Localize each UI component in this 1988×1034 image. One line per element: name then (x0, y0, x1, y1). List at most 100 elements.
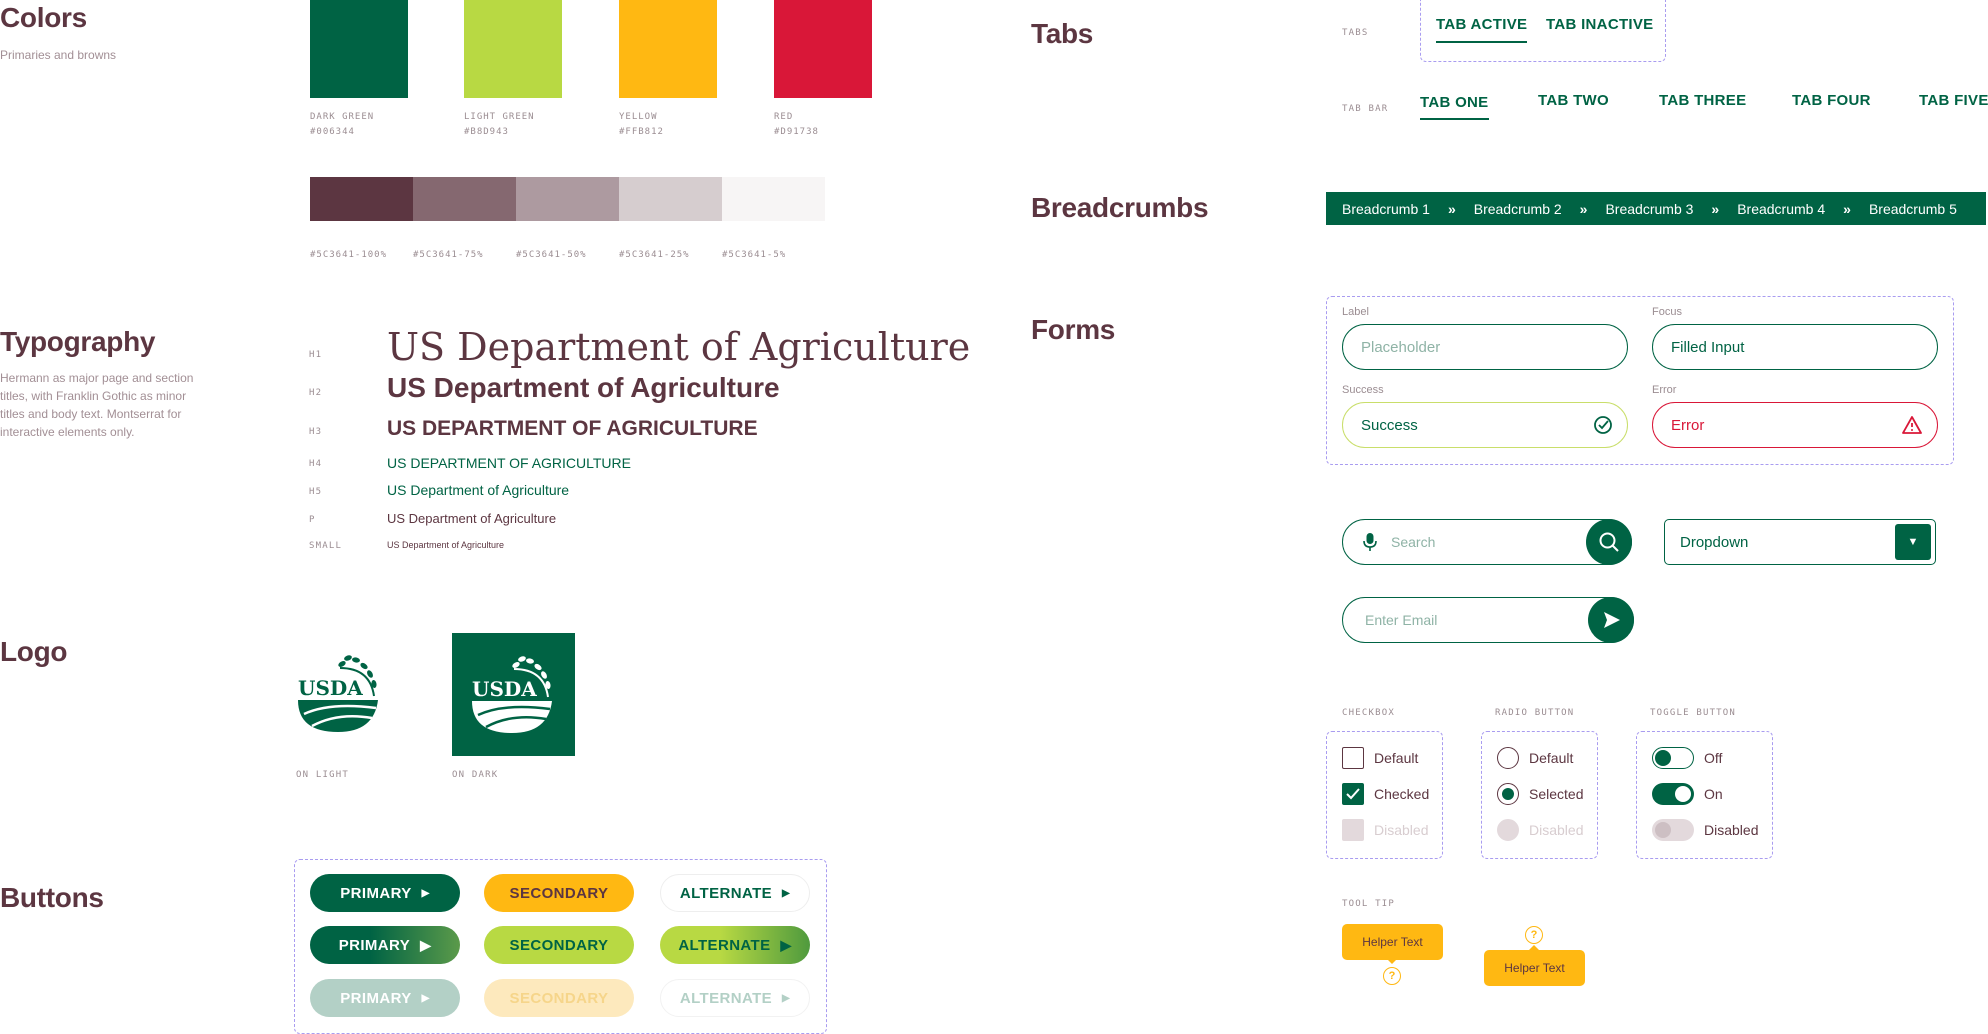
field-label-focus: Focus (1652, 306, 1682, 318)
radio-dot (1502, 788, 1514, 800)
checkbox-default[interactable]: Default (1342, 747, 1418, 769)
swatch-name: DARK GREEN (310, 112, 375, 122)
breadcrumb-item-4[interactable]: Breadcrumb 4 (1737, 201, 1825, 217)
brown-label: #5C3641-75% (413, 250, 484, 260)
dropdown-select[interactable]: Dropdown ▼ (1664, 519, 1936, 565)
tab-inactive[interactable]: TAB INACTIVE (1546, 16, 1654, 33)
toggle-switch[interactable] (1652, 747, 1694, 769)
tab-two[interactable]: TAB TWO (1538, 92, 1609, 109)
breadcrumb-item-5[interactable]: Breadcrumb 5 (1869, 201, 1957, 217)
buttons-title: Buttons (0, 882, 104, 913)
primary-button[interactable]: PRIMARY ▶ (310, 874, 460, 912)
secondary-button[interactable]: SECONDARY (484, 874, 634, 912)
forms-title: Forms (1031, 314, 1116, 345)
breadcrumb-item-2[interactable]: Breadcrumb 2 (1474, 201, 1562, 217)
secondary-button-hover[interactable]: SECONDARY (484, 926, 634, 964)
caret-right-icon: ▶ (782, 992, 791, 1004)
field-label-default: Label (1342, 306, 1369, 318)
email-input[interactable]: Enter Email (1342, 597, 1634, 643)
tooltip-above: Helper Text (1484, 950, 1585, 986)
secondary-button-label: SECONDARY (509, 989, 609, 1007)
help-question-icon[interactable]: ? (1525, 926, 1543, 944)
checkbox-checked[interactable]: Checked (1342, 783, 1429, 805)
type-sample-h3: US DEPARTMENT OF AGRICULTURE (387, 417, 758, 440)
swatch-hex: #006344 (310, 127, 355, 137)
typography-description: Hermann as major page and section titles… (0, 371, 194, 439)
tab-four[interactable]: TAB FOUR (1792, 92, 1871, 109)
swatch-yellow (619, 0, 717, 98)
secondary-button-label: SECONDARY (509, 936, 609, 954)
brown-swatch-5 (722, 177, 825, 221)
checkbox-box (1342, 819, 1364, 841)
breadcrumb: Breadcrumb 1 » Breadcrumb 2 » Breadcrumb… (1326, 192, 1986, 225)
focus-input[interactable]: Filled Input (1652, 324, 1938, 370)
warning-triangle-icon (1902, 416, 1922, 434)
focus-input-value: Filled Input (1671, 338, 1745, 356)
search-input[interactable]: Search (1342, 519, 1632, 565)
toggle-switch[interactable] (1652, 783, 1694, 805)
type-tag-h3: H3 (309, 427, 323, 437)
toggle-off[interactable]: Off (1652, 747, 1722, 769)
swatch-name: RED (774, 112, 794, 122)
tab-active[interactable]: TAB ACTIVE (1436, 16, 1527, 33)
checkbox-label: Disabled (1374, 822, 1429, 838)
radio-circle[interactable] (1497, 783, 1519, 805)
help-question-icon[interactable]: ? (1383, 967, 1401, 985)
tab-one[interactable]: TAB ONE (1420, 94, 1489, 111)
breadcrumb-item-1[interactable]: Breadcrumb 1 (1342, 201, 1430, 217)
type-tag-p: P (309, 515, 316, 525)
tooltip-section-label: TOOL TIP (1342, 899, 1395, 909)
radio-selected[interactable]: Selected (1497, 783, 1583, 805)
toggle-label: Disabled (1704, 822, 1759, 838)
toggle-section-label: TOGGLE BUTTON (1650, 708, 1737, 718)
radio-circle[interactable] (1497, 747, 1519, 769)
alternate-button-disabled: ALTERNATE ▶ (660, 979, 810, 1017)
field-label-success: Success (1342, 384, 1384, 396)
tooltip-text: Helper Text (1362, 935, 1423, 949)
caret-right-icon: ▶ (782, 887, 791, 899)
primary-button-disabled: PRIMARY ▶ (310, 979, 460, 1017)
usda-wordmark-light: USDA (298, 676, 363, 700)
tabs-label: TABS (1342, 28, 1369, 38)
search-button[interactable] (1586, 519, 1632, 565)
tab-three[interactable]: TAB THREE (1659, 92, 1746, 109)
field-label-error: Error (1652, 384, 1677, 396)
primary-button-label: PRIMARY (340, 989, 412, 1007)
brown-label: #5C3641-25% (619, 250, 690, 260)
checkbox-box[interactable] (1342, 783, 1364, 805)
success-input[interactable]: Success (1342, 402, 1628, 448)
checkbox-label: Default (1374, 750, 1419, 766)
toggle-on[interactable]: On (1652, 783, 1723, 805)
search-input-placeholder: Search (1391, 534, 1436, 550)
type-sample-h1: US Department of Agriculture (387, 325, 971, 369)
radio-section-label: RADIO BUTTON (1495, 708, 1575, 718)
breadcrumbs-title: Breadcrumbs (1031, 192, 1209, 223)
swatch-hex: #FFB812 (619, 127, 664, 137)
type-sample-h5: US Department of Agriculture (387, 482, 570, 498)
type-sample-p: US Department of Agriculture (387, 511, 557, 526)
tab-five[interactable]: TAB FIVE (1919, 92, 1988, 109)
primary-button-hover[interactable]: PRIMARY ▶ (310, 926, 460, 964)
type-tag-h4: H4 (309, 459, 323, 469)
type-tag-h2: H2 (309, 388, 323, 398)
radio-default[interactable]: Default (1497, 747, 1573, 769)
default-input[interactable]: Placeholder (1342, 324, 1628, 370)
alternate-button[interactable]: ALTERNATE ▶ (660, 874, 810, 912)
email-input-placeholder: Enter Email (1365, 612, 1438, 628)
brown-swatch-100 (310, 177, 413, 221)
checkbox-box[interactable] (1342, 747, 1364, 769)
send-button[interactable] (1588, 597, 1634, 643)
caret-right-icon: ▶ (780, 936, 792, 953)
brown-swatch-25 (619, 177, 722, 221)
radio-circle (1497, 819, 1519, 841)
toggle-label: On (1704, 786, 1723, 802)
tab-bar-label: TAB BAR (1342, 104, 1389, 114)
breadcrumb-item-3[interactable]: Breadcrumb 3 (1605, 201, 1693, 217)
swatch-red (774, 0, 872, 98)
error-input[interactable]: Error (1652, 402, 1938, 448)
logo-on-dark-label: ON DARK (452, 770, 499, 780)
chevron-down-icon[interactable]: ▼ (1895, 524, 1931, 560)
swatch-hex: #D91738 (774, 127, 819, 137)
alternate-button-hover[interactable]: ALTERNATE ▶ (660, 926, 810, 964)
usda-logo-light: USDA (290, 648, 390, 738)
